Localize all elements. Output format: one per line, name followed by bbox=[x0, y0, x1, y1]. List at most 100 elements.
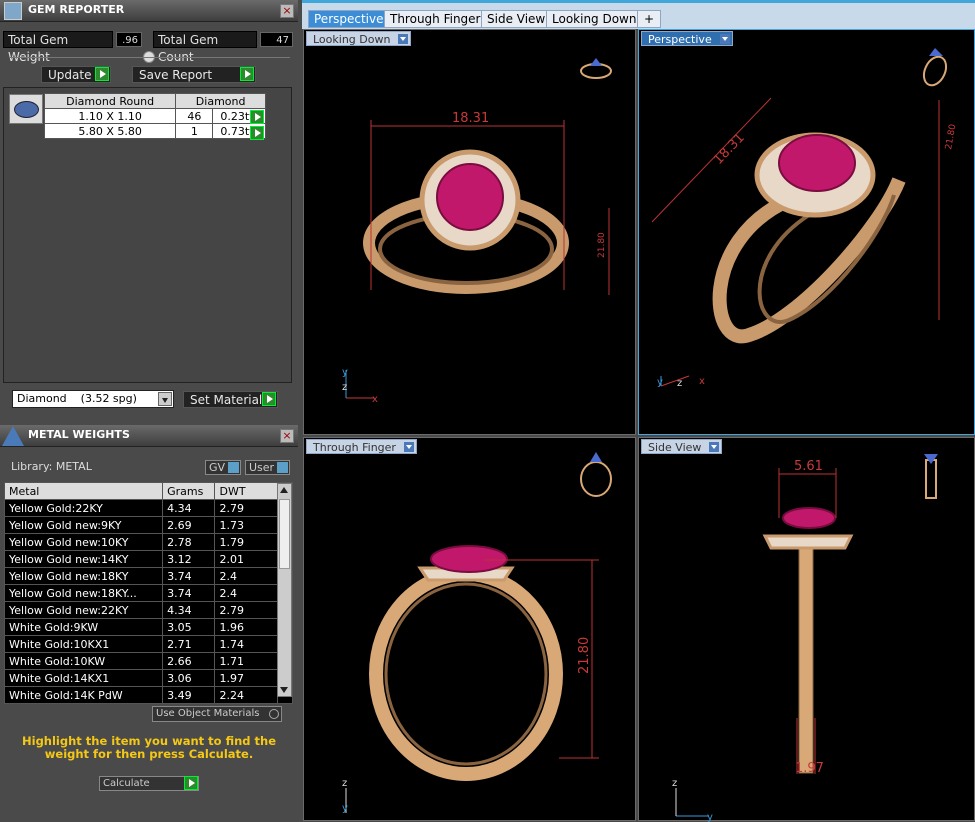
svg-text:z: z bbox=[342, 382, 347, 393]
table-row[interactable]: Yellow Gold new:14KY 3.12 2.01 bbox=[3, 550, 293, 568]
gem-row[interactable]: 1.10 X 1.10 46 0.23tw bbox=[43, 108, 266, 124]
user-toggle-icon bbox=[277, 462, 288, 473]
calculate-play-icon[interactable] bbox=[184, 776, 198, 790]
metal-grams: 2.78 bbox=[162, 533, 216, 551]
gem-table: Diamond Round Diamond 1.10 X 1.10 46 0.2… bbox=[43, 93, 266, 139]
scroll-up-icon[interactable] bbox=[280, 487, 288, 493]
tab-looking-down[interactable]: Looking Down bbox=[546, 10, 643, 28]
metal-grams: 3.49 bbox=[162, 686, 216, 704]
gv-toggle[interactable]: GV bbox=[205, 460, 241, 475]
metal-grams: 2.71 bbox=[162, 635, 216, 653]
tab-side-view[interactable]: Side View bbox=[481, 10, 552, 28]
metal-name: White Gold:14K PdW bbox=[3, 686, 164, 704]
material-select-value: Diamond (3.52 spg) bbox=[17, 392, 137, 405]
viewport-side-view[interactable]: Side View 5.61 1.97 zy bbox=[638, 437, 975, 822]
orientation-ring-icon bbox=[580, 63, 612, 79]
dwt-col-header[interactable]: DWT bbox=[214, 482, 279, 500]
table-row[interactable]: Yellow Gold:22KY 4.34 2.79 bbox=[3, 499, 293, 517]
gem-count: 1 bbox=[175, 123, 214, 139]
orientation-ring-icon bbox=[925, 459, 937, 499]
set-material-play-icon[interactable] bbox=[262, 392, 276, 406]
table-row[interactable]: Yellow Gold new:18KY 3.74 2.4 bbox=[3, 567, 293, 585]
gem-reporter-title: GEM REPORTER bbox=[28, 3, 125, 16]
svg-text:z: z bbox=[677, 378, 682, 389]
tab-perspective[interactable]: Perspective bbox=[308, 10, 390, 28]
metal-scrollbar[interactable] bbox=[277, 483, 292, 697]
user-toggle[interactable]: User bbox=[245, 460, 290, 475]
gem-reporter-icon bbox=[4, 2, 22, 20]
add-tab-button[interactable]: + bbox=[637, 10, 661, 28]
scroll-down-icon[interactable] bbox=[280, 687, 288, 693]
metal-weights-title: METAL WEIGHTS bbox=[28, 428, 130, 441]
ring-finger-view: 21.80 z y bbox=[342, 452, 612, 814]
metal-name: Yellow Gold:22KY bbox=[3, 499, 164, 517]
library-label: Library: METAL bbox=[11, 460, 92, 473]
total-gem-weight-label: Total Gem Weight bbox=[3, 31, 113, 64]
metal-grams: 2.66 bbox=[162, 652, 216, 670]
metal-name: White Gold:10KX1 bbox=[3, 635, 164, 653]
dimension-width: 5.61 bbox=[794, 459, 823, 474]
viewport-looking-down[interactable]: Looking Down 18.31 21.80 xyz bbox=[303, 29, 636, 435]
gem-row-play-icon[interactable] bbox=[250, 126, 264, 140]
table-row[interactable]: White Gold:14K PdW 3.49 2.24 bbox=[3, 686, 293, 704]
table-row[interactable]: White Gold:9KW 3.05 1.96 bbox=[3, 618, 293, 636]
dimension-height: 21.80 bbox=[577, 637, 592, 674]
dimension-diagonal: 18.31 bbox=[711, 131, 748, 168]
material-select[interactable]: Diamond (3.52 spg) bbox=[12, 390, 174, 408]
svg-text:y: y bbox=[342, 803, 348, 814]
ring-side-view: 5.61 1.97 zy bbox=[672, 454, 938, 822]
save-report-label: Save Report bbox=[139, 68, 213, 82]
metal-name: White Gold:9KW bbox=[3, 618, 164, 636]
table-row[interactable]: White Gold:10KW 2.66 1.71 bbox=[3, 652, 293, 670]
view-tab-bar: Perspective Through Finger Side View Loo… bbox=[302, 0, 975, 29]
metal-grams: 3.74 bbox=[162, 584, 216, 602]
metal-dwt: 1.97 bbox=[214, 669, 279, 687]
metal-name: Yellow Gold new:10KY bbox=[3, 533, 164, 551]
gem-row-play-icon[interactable] bbox=[250, 110, 264, 124]
gem-header-left: Diamond Round bbox=[43, 93, 177, 109]
gv-label: GV bbox=[209, 461, 226, 474]
close-icon[interactable]: × bbox=[280, 4, 294, 18]
table-row[interactable]: White Gold:14KX1 3.06 1.97 bbox=[3, 669, 293, 687]
update-play-icon[interactable] bbox=[95, 67, 109, 81]
table-row[interactable]: Yellow Gold new:18KY... 3.74 2.4 bbox=[3, 584, 293, 602]
tab-through-finger[interactable]: Through Finger bbox=[384, 10, 487, 28]
round-diamond-icon bbox=[9, 94, 43, 124]
save-report-button[interactable]: Save Report bbox=[132, 66, 256, 83]
metal-dwt: 2.24 bbox=[214, 686, 279, 704]
metal-name: Yellow Gold new:22KY bbox=[3, 601, 164, 619]
metal-dwt: 2.4 bbox=[214, 584, 279, 602]
dimension-width: 18.31 bbox=[452, 111, 489, 126]
scroll-thumb[interactable] bbox=[279, 499, 290, 569]
gem-row[interactable]: 5.80 X 5.80 1 0.73tw bbox=[43, 123, 266, 139]
metal-grams: 2.69 bbox=[162, 516, 216, 534]
ring-perspective-view: 18.31 21.80 y z x bbox=[651, 48, 958, 389]
viewport-perspective[interactable]: Perspective 18.31 21.80 yzx bbox=[638, 29, 975, 435]
metal-name: Yellow Gold new:18KY bbox=[3, 567, 164, 585]
table-row[interactable]: White Gold:10KX1 2.71 1.74 bbox=[3, 635, 293, 653]
chevron-down-icon[interactable] bbox=[158, 392, 172, 406]
table-row[interactable]: Yellow Gold new:22KY 4.34 2.79 bbox=[3, 601, 293, 619]
update-label: Update bbox=[48, 68, 92, 82]
grams-col-header[interactable]: Grams bbox=[162, 482, 216, 500]
metal-name: White Gold:10KW bbox=[3, 652, 164, 670]
gv-toggle-icon bbox=[228, 462, 239, 473]
metal-grams: 3.12 bbox=[162, 550, 216, 568]
table-row[interactable]: Yellow Gold new:10KY 2.78 1.79 bbox=[3, 533, 293, 551]
orientation-ring-icon bbox=[922, 55, 948, 87]
total-gem-count-value: 47 bbox=[260, 32, 293, 47]
metal-grams: 3.05 bbox=[162, 618, 216, 636]
save-report-play-icon[interactable] bbox=[240, 67, 254, 81]
table-row[interactable]: Yellow Gold new:9KY 2.69 1.73 bbox=[3, 516, 293, 534]
metal-dwt: 1.74 bbox=[214, 635, 279, 653]
metal-dwt: 1.96 bbox=[214, 618, 279, 636]
svg-text:z: z bbox=[672, 778, 677, 789]
close-icon[interactable]: × bbox=[280, 429, 294, 443]
gem-size: 1.10 X 1.10 bbox=[43, 108, 177, 124]
total-gem-weight-value: .96 bbox=[116, 32, 142, 47]
viewport-through-finger[interactable]: Through Finger 21.80 zy bbox=[303, 437, 636, 821]
use-object-materials-toggle[interactable]: Use Object Materials bbox=[152, 706, 282, 722]
set-material-label: Set Material bbox=[190, 393, 263, 407]
metal-col-header[interactable]: Metal bbox=[3, 482, 164, 500]
gem-reporter-header: GEM REPORTER × bbox=[0, 0, 298, 22]
